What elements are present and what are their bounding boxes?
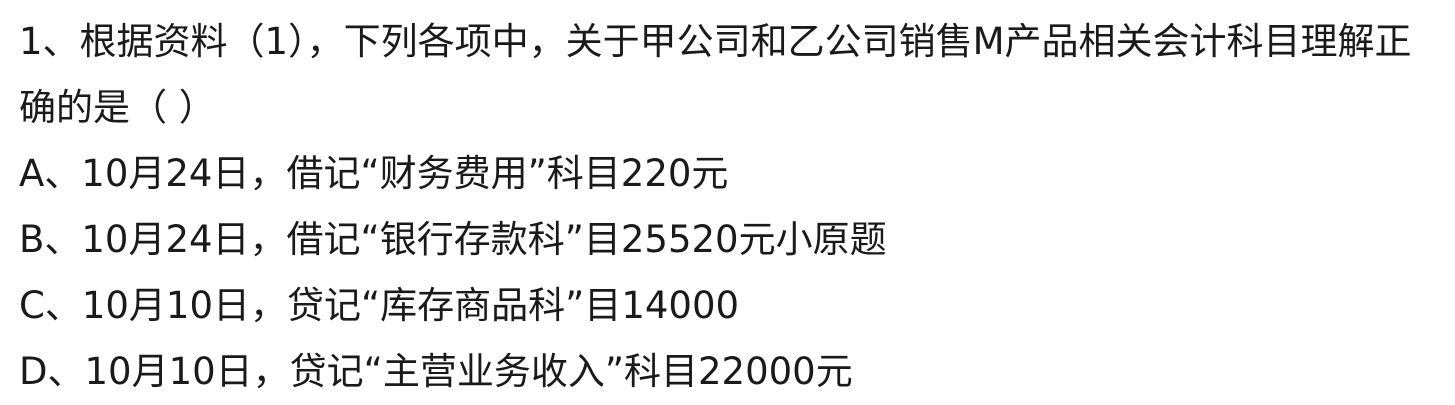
question-stem: 1、根据资料（1），下列各项中，关于甲公司和乙公司销售M产品相关会计科目理解正确… bbox=[19, 20, 1412, 129]
option-b[interactable]: B、10月24日，借记“银行存款科”目25520元小原题 bbox=[19, 207, 1455, 273]
option-d[interactable]: D、10月10日，贷记“主营业务收入”科目22000元 bbox=[19, 339, 1455, 405]
option-a[interactable]: A、10月24日，借记“财务费用”科目220元 bbox=[19, 141, 1455, 207]
option-c[interactable]: C、10月10日，贷记“库存商品科”目14000 bbox=[19, 273, 1455, 339]
options-list: A、10月24日，借记“财务费用”科目220元 B、10月24日，借记“银行存款… bbox=[19, 141, 1455, 405]
question-block: 1、根据资料（1），下列各项中，关于甲公司和乙公司销售M产品相关会计科目理解正确… bbox=[0, 0, 1455, 403]
